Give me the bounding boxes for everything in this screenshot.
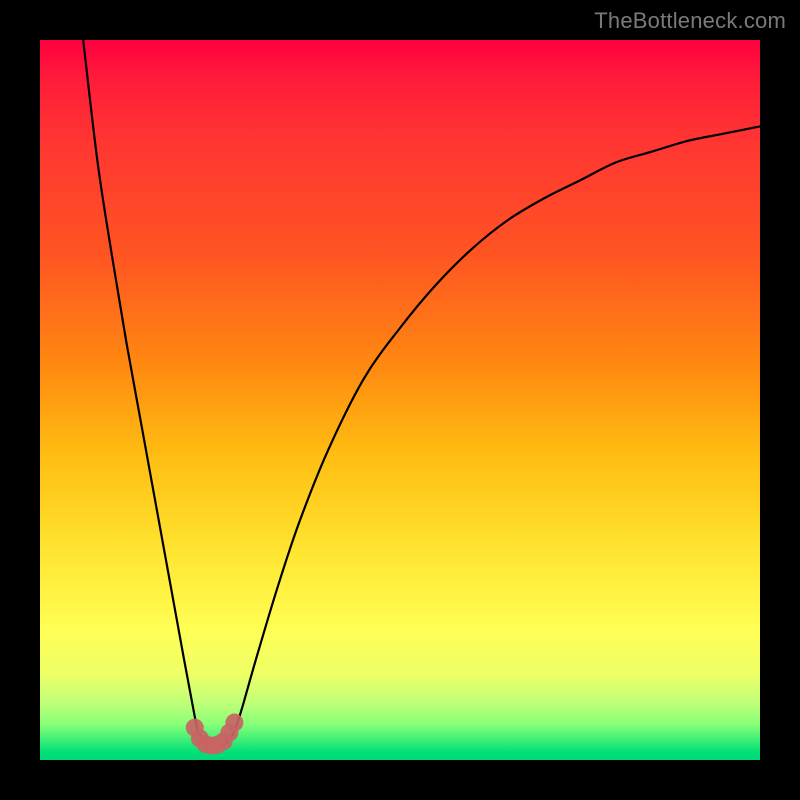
chart-frame: TheBottleneck.com bbox=[0, 0, 800, 800]
curve-right bbox=[220, 126, 760, 745]
bottom-marker-cluster bbox=[186, 714, 244, 755]
marker-dot bbox=[225, 714, 243, 732]
plot-area bbox=[40, 40, 760, 760]
curve-layer bbox=[40, 40, 760, 760]
curve-left bbox=[83, 40, 220, 746]
watermark-text: TheBottleneck.com bbox=[594, 8, 786, 34]
